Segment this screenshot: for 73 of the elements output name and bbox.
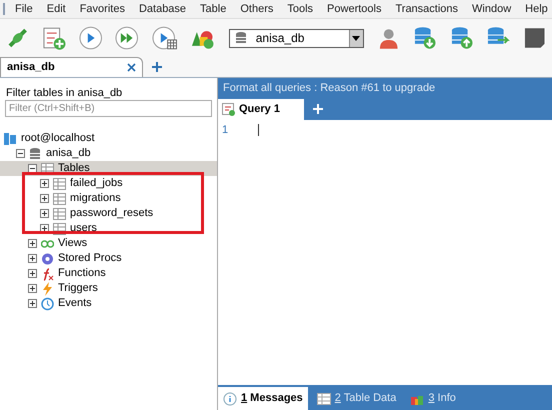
tree-item[interactable]: migrations bbox=[69, 192, 122, 205]
collapse-icon[interactable] bbox=[28, 164, 37, 173]
table-grid-icon bbox=[53, 206, 66, 220]
tree-item[interactable]: root@localhost bbox=[20, 132, 96, 145]
menu-item[interactable]: Others bbox=[233, 0, 280, 18]
upgrade-banner[interactable]: Format all queries : Reason #61 to upgrade bbox=[218, 78, 552, 98]
add-tab-icon[interactable] bbox=[151, 61, 163, 73]
database-icon[interactable] bbox=[234, 31, 248, 45]
query-icon bbox=[222, 103, 235, 116]
menu-item[interactable]: Transactions bbox=[388, 0, 466, 18]
tree-item[interactable]: Events bbox=[57, 297, 93, 310]
expand-icon[interactable] bbox=[28, 239, 37, 248]
tree-item[interactable]: users bbox=[69, 222, 98, 235]
database-icon bbox=[29, 146, 42, 160]
menu-item[interactable]: Window bbox=[465, 0, 518, 18]
close-icon[interactable] bbox=[127, 63, 136, 72]
database-dropdown[interactable]: anisa_db bbox=[228, 28, 364, 48]
collapse-icon[interactable] bbox=[16, 149, 25, 158]
new-table-icon[interactable] bbox=[42, 26, 66, 50]
table-grid-icon bbox=[53, 176, 66, 190]
expand-icon[interactable] bbox=[40, 209, 49, 218]
expand-icon[interactable] bbox=[28, 254, 37, 263]
menu-item[interactable]: Database bbox=[132, 0, 194, 18]
tree-item[interactable]: Views bbox=[57, 237, 88, 250]
expand-icon[interactable] bbox=[28, 299, 37, 308]
tree-item[interactable]: anisa_db bbox=[45, 147, 92, 160]
tree-item[interactable]: password_resets bbox=[69, 207, 154, 220]
fast-forward-icon[interactable] bbox=[115, 26, 139, 50]
connection-tab[interactable]: anisa_db bbox=[0, 57, 143, 77]
menu-item[interactable]: Powertools bbox=[320, 0, 388, 18]
tab-label: 1 Messages bbox=[241, 391, 303, 406]
info-icon bbox=[223, 392, 237, 406]
table-grid-icon bbox=[53, 192, 66, 206]
tab-label: 3 Info bbox=[428, 391, 456, 406]
play-icon[interactable] bbox=[78, 26, 102, 50]
server-icon bbox=[4, 132, 17, 146]
result-tab[interactable]: 2 Table Data bbox=[312, 387, 402, 410]
tab-label: Query 1 bbox=[239, 102, 280, 118]
tree-item[interactable]: Stored Procs bbox=[57, 252, 123, 265]
tree-item[interactable]: failed_jobs bbox=[69, 177, 124, 190]
plug-icon[interactable] bbox=[6, 26, 30, 50]
line-number: 1 bbox=[222, 123, 228, 138]
filter-field[interactable]: Filter (Ctrl+Shift+B) bbox=[5, 100, 212, 117]
query-editor[interactable]: 1 bbox=[218, 120, 552, 385]
lightning-icon bbox=[41, 282, 54, 296]
tree-item[interactable]: Tables bbox=[57, 162, 91, 175]
tab-label: 2 Table Data bbox=[334, 391, 396, 406]
menu-item[interactable]: Tools bbox=[280, 0, 320, 18]
dropdown-value: anisa_db bbox=[254, 30, 306, 47]
function-icon bbox=[41, 266, 54, 280]
expand-icon[interactable] bbox=[40, 224, 49, 233]
tree-item[interactable]: Functions bbox=[57, 267, 107, 280]
result-tab[interactable]: 3 Info bbox=[405, 387, 461, 410]
expand-icon[interactable] bbox=[40, 179, 49, 188]
play-grid-icon[interactable] bbox=[152, 26, 178, 50]
expand-icon[interactable] bbox=[28, 284, 37, 293]
text-cursor bbox=[258, 124, 260, 136]
tab-label: anisa_db bbox=[7, 60, 55, 76]
clock-icon bbox=[41, 296, 54, 310]
panel-title: Filter tables in anisa_db bbox=[5, 86, 124, 100]
menu-item[interactable]: Favorites bbox=[72, 0, 132, 18]
table-grid-icon bbox=[316, 392, 331, 406]
database-upload-icon[interactable] bbox=[450, 26, 474, 50]
database-download-icon[interactable] bbox=[413, 26, 437, 50]
menu-item[interactable]: Help bbox=[518, 0, 552, 18]
menu-item[interactable]: Table bbox=[193, 0, 234, 18]
menu-item[interactable]: File bbox=[8, 0, 40, 18]
query-tab[interactable]: Query 1 bbox=[218, 99, 304, 120]
result-tab[interactable]: 1 Messages bbox=[218, 387, 308, 410]
expand-icon[interactable] bbox=[28, 269, 37, 278]
menu-item[interactable]: Edit bbox=[40, 0, 73, 18]
expand-icon[interactable] bbox=[40, 194, 49, 203]
tree-item[interactable]: Triggers bbox=[57, 282, 99, 295]
